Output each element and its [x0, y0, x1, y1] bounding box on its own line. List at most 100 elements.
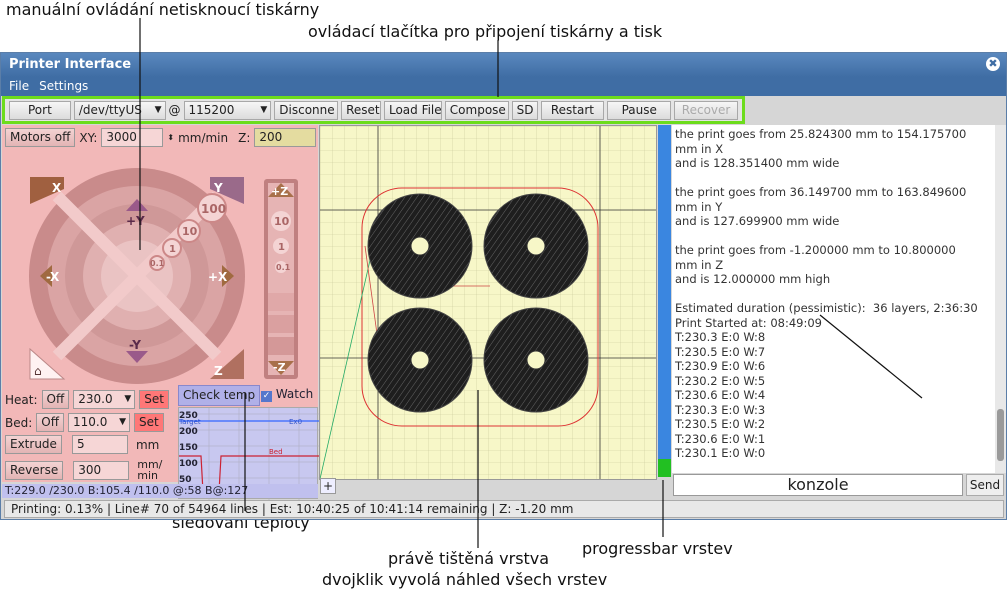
- log-line: T:230.6 E:0 W:4: [675, 388, 766, 402]
- step-1[interactable]: 1: [169, 244, 176, 255]
- step-0-1[interactable]: 0.1: [150, 259, 165, 268]
- temp-axis-100: 100: [179, 459, 198, 469]
- menu-bar: File Settings: [1, 77, 1006, 96]
- z-step-1[interactable]: 1: [278, 242, 285, 253]
- load-file-button[interactable]: Load File: [383, 100, 442, 120]
- svg-text:-Y: -Y: [129, 338, 141, 352]
- reset-button[interactable]: Reset: [341, 100, 381, 120]
- compose-button[interactable]: Compose: [444, 100, 509, 120]
- z-speed-input[interactable]: 200: [254, 128, 317, 147]
- z-label: Z:: [238, 130, 251, 145]
- menu-file[interactable]: File: [9, 79, 29, 93]
- step-100[interactable]: 100: [201, 202, 226, 216]
- chevron-down-icon: ▼: [154, 104, 162, 115]
- send-button[interactable]: Send: [966, 474, 1004, 496]
- sd-button[interactable]: SD: [511, 100, 538, 120]
- log-line: mm in Y: [675, 199, 723, 214]
- window-title: Printer Interface: [9, 57, 132, 72]
- bed-off-button[interactable]: Off: [36, 413, 64, 432]
- log-line: T:230.3 E:0 W:8: [675, 330, 766, 344]
- annotation-layer: právě tištěná vrstva: [388, 549, 550, 568]
- restart-button[interactable]: Restart: [540, 100, 605, 120]
- layer-progressbar: [658, 125, 671, 477]
- zoom-in-button[interactable]: +: [320, 478, 336, 494]
- check-temp-button[interactable]: Check temp: [178, 385, 261, 406]
- reverse-button[interactable]: Reverse: [5, 460, 64, 480]
- jog-control[interactable]: X Y Z ⌂ +Y -Y -X +X 100 10 1 0.1 +Z 10 1…: [2, 149, 318, 389]
- watch-checkbox[interactable]: ✓ Watch: [261, 387, 313, 402]
- recover-button[interactable]: Recover: [674, 100, 738, 120]
- extrude-button[interactable]: Extrude: [5, 435, 62, 454]
- svg-text:+Y: +Y: [126, 214, 145, 228]
- at-label: @: [168, 103, 181, 117]
- heat-select[interactable]: 230.0 ▼: [73, 390, 136, 409]
- bed-select[interactable]: 110.0 ▼: [68, 413, 130, 432]
- temp-axis-150: 150: [179, 443, 198, 453]
- xy-label: XY:: [79, 130, 98, 145]
- log-line: and is 12.000000 mm high: [675, 272, 831, 286]
- log-line: and is 128.351400 mm wide: [675, 156, 840, 170]
- extrude-amount-input[interactable]: 5: [71, 435, 128, 454]
- home-all-icon[interactable]: ⌂: [34, 364, 42, 378]
- layer-preview[interactable]: [319, 125, 657, 480]
- log-line: the print goes from 25.824300 mm to 154.…: [675, 127, 967, 141]
- bed-set-button[interactable]: Set: [134, 413, 164, 432]
- target-label: Target: [179, 418, 201, 426]
- log-panel: the print goes from 25.824300 mm to 154.…: [672, 125, 995, 473]
- log-line: T:230.5 E:0 W:7: [675, 344, 766, 359]
- annotation-manual: manuální ovládání netisknoucí tiskárny: [6, 0, 320, 19]
- scroll-thumb[interactable]: [997, 409, 1004, 461]
- log-line: T:230.9 E:0 W:6: [675, 359, 766, 373]
- log-line: T:230.5 E:0 W:2: [675, 417, 766, 431]
- reverse-row: Reverse 300 mm/min: [5, 459, 162, 481]
- annotation-layer-dblclick: dvojklik vyvolá náhled všech vrstev: [322, 570, 608, 589]
- ex0-label: Ex0: [289, 418, 302, 426]
- log-line: and is 127.699900 mm wide: [675, 214, 840, 228]
- console-input[interactable]: konzole: [673, 474, 963, 496]
- svg-text:+Z: +Z: [271, 185, 288, 198]
- log-scrollbar[interactable]: [995, 125, 1006, 473]
- heat-off-button[interactable]: Off: [41, 390, 70, 409]
- step-10[interactable]: 10: [182, 225, 198, 238]
- extrude-speed-input[interactable]: 300: [73, 460, 130, 480]
- log-line: T:230.1 E:0 W:0: [675, 446, 766, 460]
- motors-row: Motors off XY: 3000 ⬍ mm/min Z: 200: [5, 128, 317, 147]
- motors-off-button[interactable]: Motors off: [5, 128, 76, 147]
- log-line: Print Started at: 08:49:09: [675, 315, 822, 330]
- home-z-label: Z: [214, 364, 223, 378]
- layer-progress-fill: [658, 459, 671, 477]
- stepper-icon[interactable]: ⬍: [167, 133, 174, 142]
- log-line: T:230.6 E:0 W:1: [675, 431, 766, 446]
- log-line: the print goes from -1.200000 mm to 10.8…: [675, 243, 956, 257]
- log-line: Estimated duration (pessimistic): 36 lay…: [675, 301, 978, 315]
- close-icon[interactable]: ✖: [986, 57, 1000, 71]
- menu-settings[interactable]: Settings: [39, 79, 88, 93]
- xy-speed-input[interactable]: 3000: [101, 128, 164, 147]
- port-select[interactable]: /dev/ttyUS ▼: [73, 100, 166, 120]
- port-button[interactable]: Port: [9, 100, 71, 120]
- z-step-10[interactable]: 10: [274, 215, 290, 228]
- heat-set-button[interactable]: Set: [139, 390, 169, 409]
- bed-graph-label: Bed: [269, 448, 283, 456]
- baud-select[interactable]: 115200 ▼: [183, 100, 272, 120]
- home-x-label: X: [52, 181, 62, 195]
- pause-button[interactable]: Pause: [607, 100, 672, 120]
- svg-text:+X: +X: [208, 270, 228, 284]
- chevron-down-icon: ▼: [124, 394, 132, 404]
- annotation-progress: progressbar vrstev: [582, 539, 733, 558]
- xy-unit: mm/min: [178, 130, 229, 145]
- svg-text:-X: -X: [46, 270, 60, 284]
- port-value: /dev/ttyUS: [78, 102, 142, 117]
- disconnect-button[interactable]: Disconne: [274, 100, 339, 120]
- temperature-status: T:229.0 /230.0 B:105.4 /110.0 @:58 B@:12…: [2, 484, 318, 498]
- status-bar: Printing: 0.13% | Line# 70 of 54964 line…: [4, 500, 1004, 518]
- checkbox-icon: ✓: [261, 391, 272, 402]
- z-step-0-1[interactable]: 0.1: [276, 263, 291, 272]
- log-line: the print goes from 36.149700 mm to 163.…: [675, 185, 967, 199]
- heat-label: Heat:: [5, 392, 38, 407]
- baud-value: 115200: [188, 102, 235, 117]
- extrude-unit: mm: [135, 437, 160, 452]
